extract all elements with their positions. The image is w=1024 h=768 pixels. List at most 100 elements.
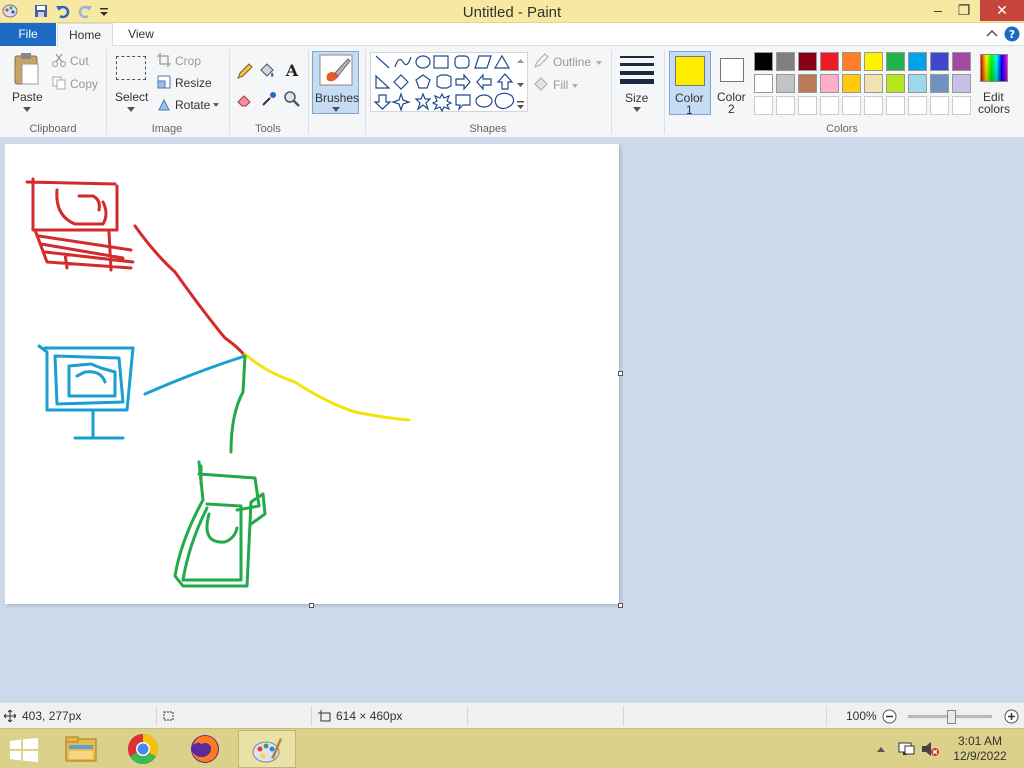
palette-color-swatch[interactable] (930, 74, 949, 93)
rotate-button[interactable]: Rotate (157, 97, 223, 115)
palette-custom-swatch[interactable] (776, 96, 795, 115)
divider (826, 706, 827, 726)
clipboard-group-label: Clipboard (29, 123, 77, 135)
color1-button[interactable]: Color 1 (669, 51, 711, 117)
copy-button[interactable]: Copy (52, 76, 102, 94)
palette-custom-swatch[interactable] (908, 96, 927, 115)
clock-time: 3:01 AM (957, 734, 1003, 748)
select-button[interactable]: Select (112, 52, 150, 116)
tab-view[interactable]: View (116, 23, 166, 46)
palette-color-swatch[interactable] (798, 52, 817, 71)
minimize-ribbon-icon[interactable] (986, 29, 998, 39)
volume-muted-icon[interactable] (921, 740, 939, 758)
network-icon[interactable] (897, 740, 915, 758)
shapes-gallery (370, 52, 528, 113)
resize-button[interactable]: Resize (157, 75, 217, 93)
palette-color-swatch[interactable] (886, 52, 905, 71)
palette-color-swatch[interactable] (930, 52, 949, 71)
divider (611, 50, 612, 134)
paste-button[interactable]: Paste (6, 50, 48, 116)
close-button[interactable]: ✕ (980, 0, 1024, 21)
taskbar-chrome[interactable] (114, 730, 172, 768)
color-picker-icon[interactable] (260, 90, 278, 108)
palette-custom-swatch[interactable] (952, 96, 971, 115)
tab-home[interactable]: Home (57, 23, 113, 47)
palette-custom-swatch[interactable] (798, 96, 817, 115)
cut-label: Cut (70, 54, 89, 68)
palette-custom-swatch[interactable] (930, 96, 949, 115)
palette-color-swatch[interactable] (864, 52, 883, 71)
palette-color-swatch[interactable] (776, 52, 795, 71)
eraser-icon[interactable] (236, 90, 254, 108)
crop-button[interactable]: Crop (157, 53, 207, 71)
tools-group-label: Tools (255, 123, 281, 135)
shapes-icons (373, 54, 515, 113)
taskbar-paint[interactable] (238, 730, 296, 768)
start-button[interactable] (0, 730, 48, 768)
zoom-slider-thumb[interactable] (946, 710, 956, 724)
palette-color-swatch[interactable] (754, 74, 773, 93)
edit-colors-button[interactable]: Edit colors (976, 52, 1012, 116)
palette-color-swatch[interactable] (754, 52, 773, 71)
brushes-button[interactable]: Brushes (312, 51, 359, 114)
palette-custom-swatch[interactable] (842, 96, 861, 115)
magnifier-icon[interactable] (283, 90, 301, 108)
color-palette (754, 52, 974, 118)
divider (156, 706, 157, 726)
scroll-arrows-icon (517, 59, 524, 109)
taskbar-file-explorer[interactable] (52, 730, 110, 768)
outline-button[interactable]: Outline (533, 53, 605, 71)
paint-icon (252, 738, 282, 763)
pencil-icon[interactable] (236, 62, 254, 80)
minimize-button[interactable]: – (926, 0, 950, 21)
color2-button[interactable]: Color 2 (713, 51, 751, 116)
resize-handle-corner[interactable] (618, 603, 623, 608)
paste-label: Paste (12, 90, 43, 104)
palette-color-swatch[interactable] (820, 52, 839, 71)
palette-custom-swatch[interactable] (864, 96, 883, 115)
palette-color-swatch[interactable] (842, 52, 861, 71)
palette-color-swatch[interactable] (908, 52, 927, 71)
palette-color-swatch[interactable] (952, 52, 971, 71)
fill-button[interactable]: Fill (533, 76, 583, 94)
cut-button[interactable]: Cut (52, 53, 98, 71)
crop-label: Crop (175, 54, 202, 68)
drawing-canvas[interactable] (5, 144, 619, 604)
size-label: Size (625, 91, 649, 105)
window-title: Untitled - Paint (462, 4, 562, 21)
palette-color-swatch[interactable] (798, 74, 817, 93)
help-icon[interactable]: ? (1004, 26, 1020, 42)
text-tool-icon[interactable]: A (283, 61, 301, 79)
divider (365, 50, 366, 134)
resize-handle-bottom[interactable] (309, 603, 314, 608)
drawing-strokes (25, 177, 411, 588)
resize-handle-right[interactable] (618, 371, 623, 376)
selection-size-icon (163, 711, 174, 721)
zoom-out-icon[interactable] (882, 709, 897, 724)
tab-file[interactable]: File (0, 23, 56, 46)
palette-color-swatch[interactable] (952, 74, 971, 93)
zoom-in-icon[interactable] (1004, 709, 1019, 724)
palette-color-swatch[interactable] (842, 74, 861, 93)
clock-date: 12/9/2022 (953, 749, 1007, 763)
folder-icon (65, 736, 97, 762)
palette-color-swatch[interactable] (776, 74, 795, 93)
palette-color-swatch[interactable] (886, 74, 905, 93)
system-clock[interactable]: 3:01 AM 12/9/2022 (948, 734, 1012, 764)
palette-color-swatch[interactable] (908, 74, 927, 93)
zoom-slider[interactable] (908, 710, 992, 724)
resize-label: Resize (175, 76, 212, 90)
shapes-scroll[interactable] (514, 53, 527, 111)
palette-color-swatch[interactable] (864, 74, 883, 93)
canvas-workspace (0, 138, 1024, 702)
palette-color-swatch[interactable] (820, 74, 839, 93)
restore-button[interactable]: ❐ (952, 0, 976, 21)
palette-custom-swatch[interactable] (820, 96, 839, 115)
palette-custom-swatch[interactable] (754, 96, 773, 115)
chevron-down-icon (332, 107, 340, 112)
size-button[interactable]: Size (616, 52, 658, 116)
show-hidden-icons-icon[interactable] (876, 745, 886, 753)
fill-bucket-icon[interactable] (258, 62, 276, 80)
taskbar-firefox[interactable] (176, 730, 234, 768)
palette-custom-swatch[interactable] (886, 96, 905, 115)
